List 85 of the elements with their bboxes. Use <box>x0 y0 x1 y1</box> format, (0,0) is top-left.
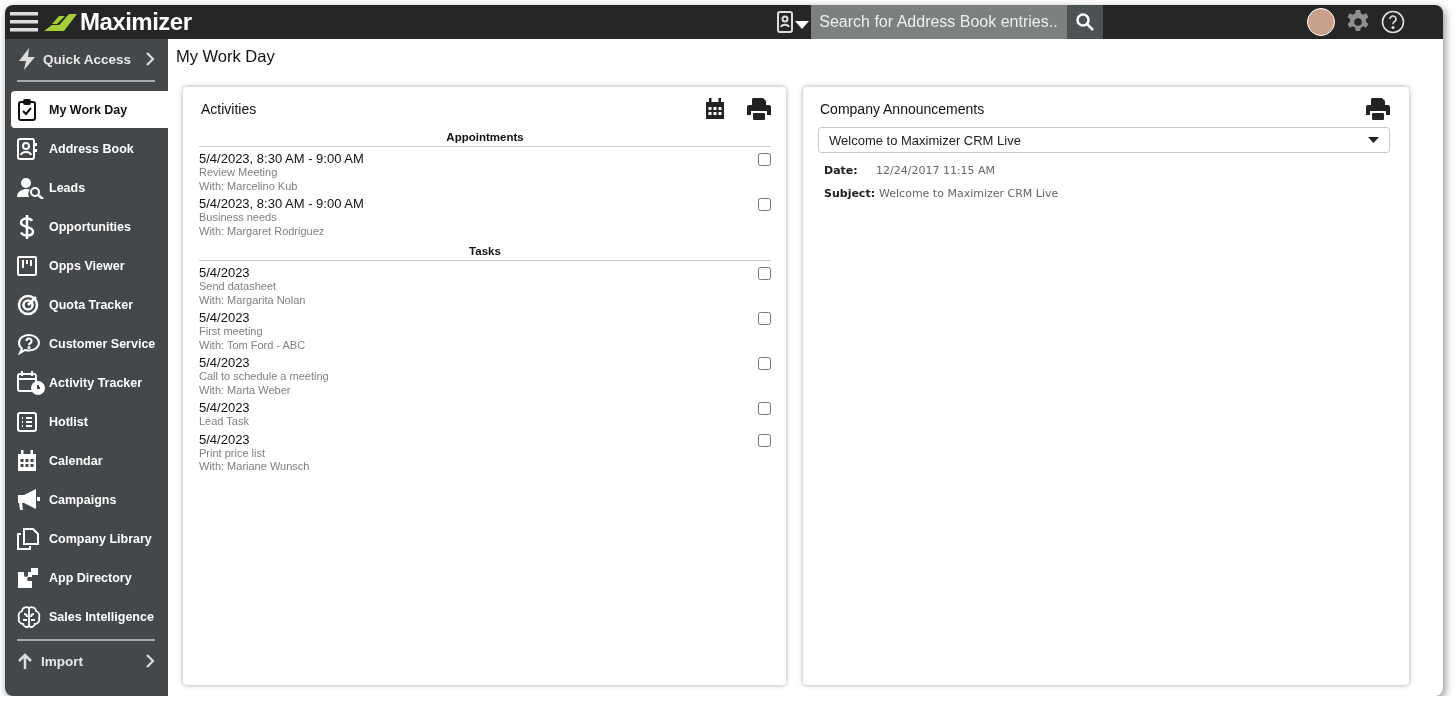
activity-contact: With: Tom Ford - ABC <box>199 338 307 352</box>
calendar-clock-icon <box>17 370 45 395</box>
sidebar-item[interactable]: Quota Tracker <box>11 286 168 323</box>
activity-subject: Business needs <box>199 211 278 225</box>
activity-contact: With: Margarita Nolan <box>199 293 307 307</box>
card-title: Company Announcements <box>819 101 986 117</box>
sidebar-item[interactable]: Customer Service <box>11 325 168 362</box>
activity-subject: First meeting <box>199 325 264 339</box>
activity-time: 5/4/2023 <box>199 265 251 280</box>
documents-icon <box>17 527 39 550</box>
activity-subject: Call to schedule a meeting <box>199 370 330 384</box>
field-label: Subject: <box>824 187 876 200</box>
complete-checkbox[interactable] <box>758 312 771 325</box>
calendar-icon <box>17 449 37 472</box>
sidebar-item[interactable]: Leads <box>11 169 168 206</box>
subject-value: Welcome to Maximizer CRM Live <box>879 187 1059 200</box>
sidebar-item[interactable]: Company Library <box>11 520 168 557</box>
chevron-right-icon <box>145 654 155 668</box>
sidebar-item[interactable]: Address Book <box>11 130 168 167</box>
activity-subject: Review Meeting <box>199 166 279 180</box>
sidebar-item[interactable]: Sales Intelligence <box>11 598 168 635</box>
caret-icon <box>795 21 810 29</box>
contact-card-icon <box>777 11 796 33</box>
activity-time: 5/4/2023, 8:30 AM - 9:00 AM <box>199 196 365 211</box>
complete-checkbox[interactable] <box>758 198 771 211</box>
calendar-icon[interactable] <box>705 98 725 120</box>
contact-card-icon <box>17 137 37 160</box>
list-icon <box>17 411 37 432</box>
sidebar-item[interactable]: Opportunities <box>11 208 168 245</box>
puzzle-icon <box>17 566 39 589</box>
card-title: Activities <box>200 101 258 117</box>
activity-subject: Send datasheet <box>199 280 278 294</box>
complete-checkbox[interactable] <box>758 357 771 370</box>
brain-icon <box>17 605 41 628</box>
logo-icon <box>44 13 78 31</box>
printer-icon[interactable] <box>747 98 771 120</box>
target-icon <box>17 293 39 316</box>
activity-subject: Print price list <box>199 446 267 460</box>
complete-checkbox[interactable] <box>758 153 771 166</box>
date-value: 12/24/2017 11:15 AM <box>876 164 996 177</box>
sidebar-item[interactable]: Hotlist <box>11 403 168 440</box>
activity-time: 5/4/2023 <box>199 310 251 325</box>
menu-icon[interactable] <box>10 11 38 33</box>
section-heading: Tasks <box>199 241 771 261</box>
avatar[interactable] <box>1307 8 1335 36</box>
activity-contact: With: Mariane Wunsch <box>199 460 311 474</box>
chevron-right-icon <box>145 52 155 66</box>
import-button[interactable]: Import <box>17 648 155 674</box>
speech-bubble-question-icon <box>17 332 41 355</box>
complete-checkbox[interactable] <box>758 402 771 415</box>
dollar-icon <box>17 214 37 239</box>
sidebar-item[interactable]: Opps Viewer <box>11 247 168 284</box>
caret-icon <box>1368 137 1379 143</box>
printer-icon[interactable] <box>1366 98 1390 120</box>
announcement-dropdown[interactable]: Welcome to Maximizer CRM Live <box>818 127 1390 153</box>
sidebar-item[interactable]: Calendar <box>11 442 168 479</box>
person-search-icon <box>17 176 45 199</box>
sidebar-item[interactable]: Campaigns <box>11 481 168 518</box>
activity-contact: With: Marta Weber <box>199 383 292 397</box>
arrow-up-icon <box>17 653 33 669</box>
sidebar-item[interactable]: App Directory <box>11 559 168 596</box>
sidebar-item[interactable]: Activity Tracker <box>11 364 168 401</box>
help-icon[interactable] <box>1381 10 1405 34</box>
activity-time: 5/4/2023 <box>199 400 251 415</box>
sidebar-item[interactable]: My Work Day <box>11 91 168 128</box>
activity-subject: Lead Task <box>199 415 250 429</box>
search-button[interactable] <box>1067 5 1104 39</box>
complete-checkbox[interactable] <box>758 433 771 447</box>
kanban-icon <box>17 255 37 276</box>
clipboard-check-icon <box>17 98 37 121</box>
field-label: Date: <box>824 164 859 177</box>
lightning-icon <box>17 48 37 70</box>
activity-time: 5/4/2023 <box>199 355 251 370</box>
brand-name: Maximizer <box>80 8 192 36</box>
quick-access-button[interactable]: Quick Access <box>17 42 155 76</box>
search-icon <box>1076 13 1095 31</box>
activity-contact: With: Margaret Rodriguez <box>199 224 326 238</box>
activity-contact: With: Marcelino Kub <box>199 179 299 193</box>
complete-checkbox[interactable] <box>758 267 771 280</box>
megaphone-icon <box>17 488 41 511</box>
section-heading: Appointments <box>199 127 771 147</box>
page-title: My Work Day <box>176 47 276 67</box>
activity-time: 5/4/2023 <box>199 431 251 447</box>
search-field[interactable]: Search for Address Book entries... <box>811 5 1068 39</box>
activity-time: 5/4/2023, 8:30 AM - 9:00 AM <box>199 151 365 166</box>
